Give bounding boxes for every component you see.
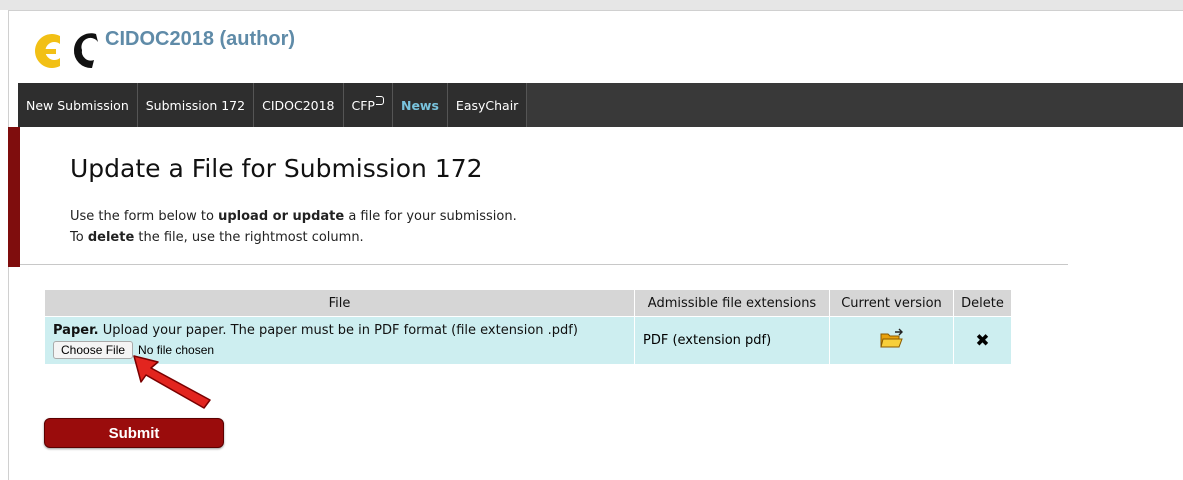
header-delete: Delete xyxy=(953,289,1012,317)
submit-button[interactable]: Submit xyxy=(44,418,224,448)
current-version-cell xyxy=(829,316,954,365)
nav-new-submission[interactable]: New Submission xyxy=(18,83,138,127)
file-description: Paper. Upload your paper. The paper must… xyxy=(53,322,578,338)
table-header-row: File Admissible file extensions Current … xyxy=(44,289,1012,317)
nav-cfp[interactable]: CFP xyxy=(343,83,393,127)
delete-cell: ✖ xyxy=(953,316,1012,365)
nav-cidoc2018[interactable]: CIDOC2018 xyxy=(254,83,344,127)
app-header xyxy=(22,22,102,78)
app-title[interactable]: CIDOC2018 (author) xyxy=(105,28,295,51)
choose-file-button[interactable]: Choose File xyxy=(53,340,134,359)
nav-submission-172[interactable]: Submission 172 xyxy=(137,83,255,127)
extensions-cell: PDF (extension pdf) xyxy=(634,316,830,365)
section-divider xyxy=(20,264,1068,265)
window-top-edge xyxy=(0,0,1183,10)
easychair-logo-icon[interactable] xyxy=(22,22,102,78)
intro-line-2: To delete the file, use the rightmost co… xyxy=(70,230,364,245)
delete-icon[interactable]: ✖ xyxy=(975,331,989,351)
annotation-arrow-icon xyxy=(133,355,211,409)
main-navbar: New Submission Submission 172 CIDOC2018 … xyxy=(18,83,1183,127)
header-file: File xyxy=(44,289,635,317)
intro-text: Use the form below to upload or update a… xyxy=(70,206,517,248)
open-folder-icon[interactable] xyxy=(879,328,905,354)
nav-easychair[interactable]: EasyChair xyxy=(447,83,528,127)
header-current-version: Current version xyxy=(829,289,954,317)
intro-line-1: Use the form below to upload or update a… xyxy=(70,209,517,224)
nav-news[interactable]: News xyxy=(392,83,448,127)
external-link-icon xyxy=(375,95,384,105)
section-accent-bar xyxy=(8,127,20,267)
page-title: Update a File for Submission 172 xyxy=(70,154,483,183)
header-extensions: Admissible file extensions xyxy=(634,289,830,317)
nav-cfp-label: CFP xyxy=(351,97,375,113)
